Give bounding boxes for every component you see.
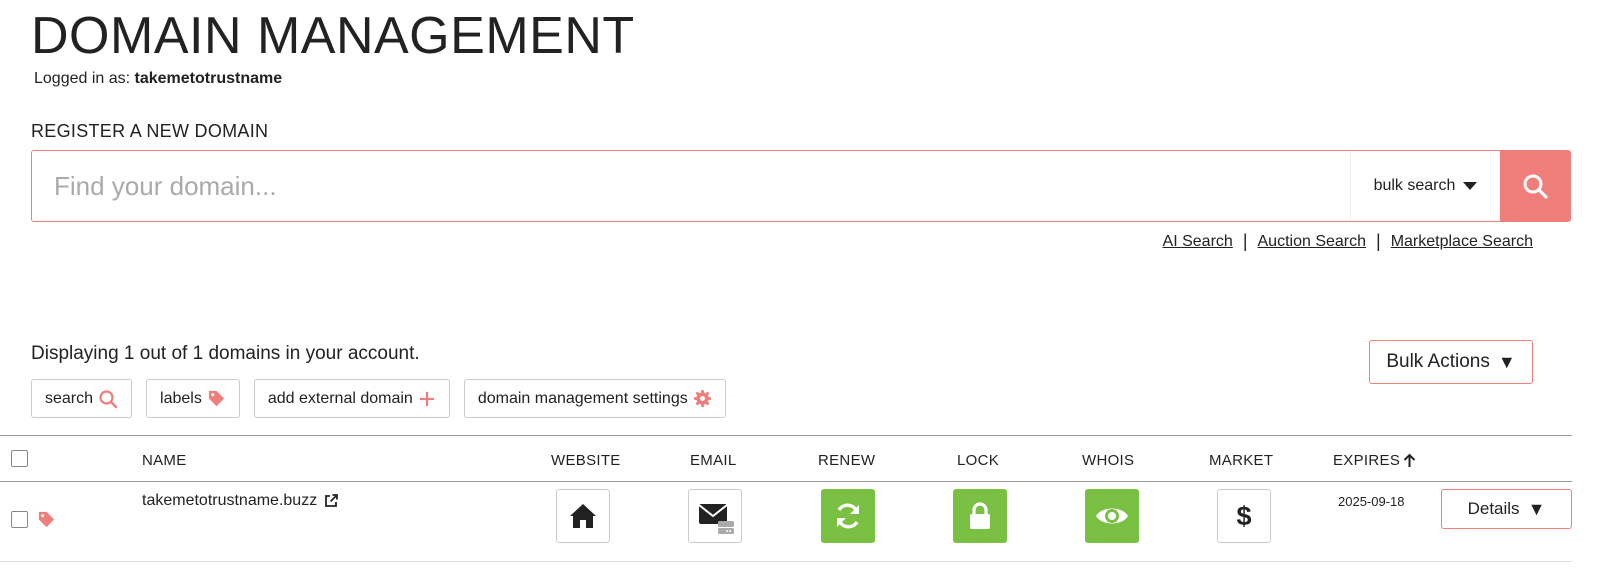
details-label: Details xyxy=(1467,499,1520,518)
renew-button[interactable] xyxy=(821,489,875,543)
email-icon xyxy=(698,504,734,534)
eye-icon xyxy=(1096,508,1128,524)
table-header: NAME WEBSITE EMAIL RENEW LOCK WHOIS MARK… xyxy=(0,435,1572,482)
select-all-checkbox[interactable] xyxy=(11,450,28,467)
search-links: AI Search | Auction Search | Marketplace… xyxy=(1163,231,1533,252)
tag-icon[interactable] xyxy=(37,510,56,529)
add-external-domain-button[interactable]: add external domain xyxy=(253,379,450,418)
bulk-search-label: bulk search xyxy=(1373,177,1456,194)
search-icon xyxy=(99,389,118,408)
domain-search-box: bulk search xyxy=(31,150,1571,222)
column-whois: WHOIS xyxy=(1082,452,1135,469)
domain-name: takemetotrustname.buzz xyxy=(142,492,318,509)
gear-icon xyxy=(693,389,711,408)
dollar-icon: $ xyxy=(1236,500,1252,531)
bulk-search-dropdown[interactable]: bulk search xyxy=(1350,151,1500,221)
refresh-icon xyxy=(837,503,859,529)
settings-label: domain management settings xyxy=(477,389,688,407)
labels-label: labels xyxy=(160,389,202,407)
home-icon xyxy=(570,504,596,528)
lock-icon xyxy=(970,502,990,529)
bulk-actions-label: Bulk Actions xyxy=(1386,351,1490,372)
column-expires-label: EXPIRES xyxy=(1333,452,1401,469)
auction-search-link[interactable]: Auction Search xyxy=(1258,233,1367,251)
column-renew: RENEW xyxy=(818,452,876,469)
column-market: MARKET xyxy=(1209,452,1274,469)
domain-toolbar: search labels add external domain domain… xyxy=(31,379,726,418)
market-button[interactable]: $ xyxy=(1217,489,1271,543)
triangle-down-icon: ▼ xyxy=(1527,498,1546,519)
column-email: EMAIL xyxy=(690,452,737,469)
domain-table: NAME WEBSITE EMAIL RENEW LOCK WHOIS MARK… xyxy=(0,435,1572,562)
domain-search-button[interactable] xyxy=(1500,151,1570,221)
search-filter-label: search xyxy=(45,389,94,407)
external-link-icon xyxy=(325,494,339,507)
expires-date: 2025-09-18 xyxy=(1338,494,1405,509)
username: takemetotrustname xyxy=(134,70,283,87)
whois-button[interactable] xyxy=(1085,489,1139,543)
plus-icon xyxy=(419,391,434,406)
register-domain-title: REGISTER A NEW DOMAIN xyxy=(31,121,269,141)
link-separator: | xyxy=(1376,231,1381,251)
domain-search-input[interactable] xyxy=(32,151,1350,221)
logged-in-info: Logged in as: takemetotrustname xyxy=(34,70,282,88)
triangle-down-icon: ▼ xyxy=(1497,351,1516,372)
search-filter-button[interactable]: search xyxy=(31,379,133,418)
domain-name-link[interactable]: takemetotrustname.buzz xyxy=(142,492,339,510)
marketplace-search-link[interactable]: Marketplace Search xyxy=(1391,233,1533,251)
ai-search-link[interactable]: AI Search xyxy=(1163,233,1233,251)
link-separator: | xyxy=(1242,231,1248,251)
add-external-domain-label: add external domain xyxy=(267,389,413,407)
page-title: DOMAIN MANAGEMENT xyxy=(31,7,635,65)
logged-in-prefix: Logged in as: xyxy=(34,70,131,87)
domain-count-text: Displaying 1 out of 1 domains in your ac… xyxy=(31,343,420,364)
column-name[interactable]: NAME xyxy=(142,452,187,469)
labels-button[interactable]: labels xyxy=(146,379,240,418)
website-button[interactable] xyxy=(556,489,610,543)
search-icon xyxy=(1523,174,1548,199)
arrow-up-icon xyxy=(1403,453,1416,467)
domain-management-settings-button[interactable]: domain management settings xyxy=(463,379,726,418)
caret-down-icon xyxy=(1463,182,1478,190)
column-website: WEBSITE xyxy=(551,452,621,469)
tag-icon xyxy=(208,390,224,407)
table-row: takemetotrustname.buzz $ 2025-09-18 Deta… xyxy=(0,482,1572,562)
email-button[interactable] xyxy=(688,489,742,543)
column-expires[interactable]: EXPIRES xyxy=(1333,452,1416,469)
bulk-actions-button[interactable]: Bulk Actions ▼ xyxy=(1369,340,1533,384)
row-checkbox[interactable] xyxy=(11,511,28,528)
details-button[interactable]: Details ▼ xyxy=(1441,489,1572,529)
column-lock: LOCK xyxy=(957,452,1000,469)
lock-button[interactable] xyxy=(953,489,1007,543)
